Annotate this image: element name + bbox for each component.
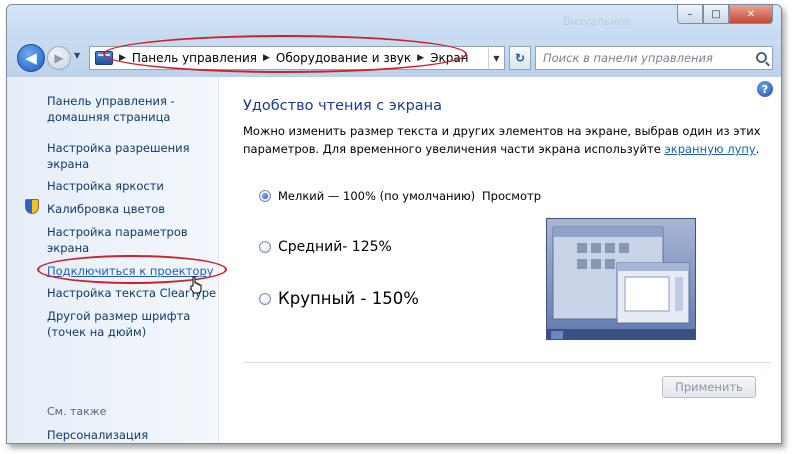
option-medium-label[interactable]: Средний- 125% <box>278 239 392 255</box>
option-large-label[interactable]: Крупный - 150% <box>278 289 419 308</box>
sidebar-item-color-calibration[interactable]: Калибровка цветов <box>47 201 165 217</box>
preview-illustration <box>547 226 695 339</box>
caption-buttons: – □ ✕ <box>677 5 773 24</box>
hand-cursor-icon <box>190 276 202 294</box>
window-title: Визуальное <box>563 15 631 28</box>
apply-button[interactable]: Применить <box>662 376 756 398</box>
forward-button[interactable]: ▶ <box>47 46 71 70</box>
divider <box>243 362 771 363</box>
maximize-button[interactable]: □ <box>703 5 729 24</box>
sidebar-item-resolution[interactable]: Настройка разрешения экрана <box>47 140 190 172</box>
preview-label: Просмотр <box>482 189 542 203</box>
see-also-personalization[interactable]: Персонализация <box>47 427 148 443</box>
control-panel-window: Визуальное – □ ✕ ◀ ▶ ▼ ▶ Панель управлен… <box>6 4 782 444</box>
option-medium-radio[interactable] <box>259 241 271 253</box>
option-large[interactable]: Крупный - 150% <box>259 289 419 308</box>
option-large-radio[interactable] <box>259 292 271 305</box>
option-small-radio[interactable] <box>259 190 271 202</box>
sidebar-item-dpi[interactable]: Другой размер шрифта (точек на дюйм) <box>47 308 190 340</box>
see-also-heading: См. также <box>47 405 107 418</box>
sidebar-item-home[interactable]: Панель управления - домашняя страница <box>47 93 175 125</box>
magnifier-link[interactable]: экранную лупу <box>664 142 755 156</box>
recent-pages-dropdown-icon[interactable]: ▼ <box>74 51 80 60</box>
back-button[interactable]: ◀ <box>17 44 45 72</box>
close-button[interactable]: ✕ <box>729 5 773 24</box>
minimize-button[interactable]: – <box>677 5 703 24</box>
search-placeholder: Поиск в панели управления <box>543 51 713 65</box>
option-small[interactable]: Мелкий — 100% (по умолчанию) <box>259 189 475 203</box>
address-dropdown-icon[interactable]: ▼ <box>488 47 504 69</box>
option-small-label[interactable]: Мелкий — 100% (по умолчанию) <box>278 189 475 203</box>
uac-shield-icon <box>25 199 39 214</box>
title-bar: Визуальное – □ ✕ <box>7 5 781 39</box>
page-title: Удобство чтения с экрана <box>243 98 443 114</box>
sidebar-item-brightness[interactable]: Настройка яркости <box>47 178 164 194</box>
preview-image <box>546 218 696 340</box>
search-icon[interactable] <box>756 52 767 63</box>
help-icon[interactable]: ? <box>757 81 773 97</box>
refresh-button[interactable]: ↻ <box>509 46 531 70</box>
search-input[interactable]: Поиск в панели управления <box>535 46 773 70</box>
option-medium[interactable]: Средний- 125% <box>259 239 392 255</box>
page-description: Можно изменить размер текста и других эл… <box>243 124 761 156</box>
address-highlight-ellipse <box>103 35 467 73</box>
sidebar-item-display-settings[interactable]: Настройка параметров экрана <box>47 224 188 256</box>
